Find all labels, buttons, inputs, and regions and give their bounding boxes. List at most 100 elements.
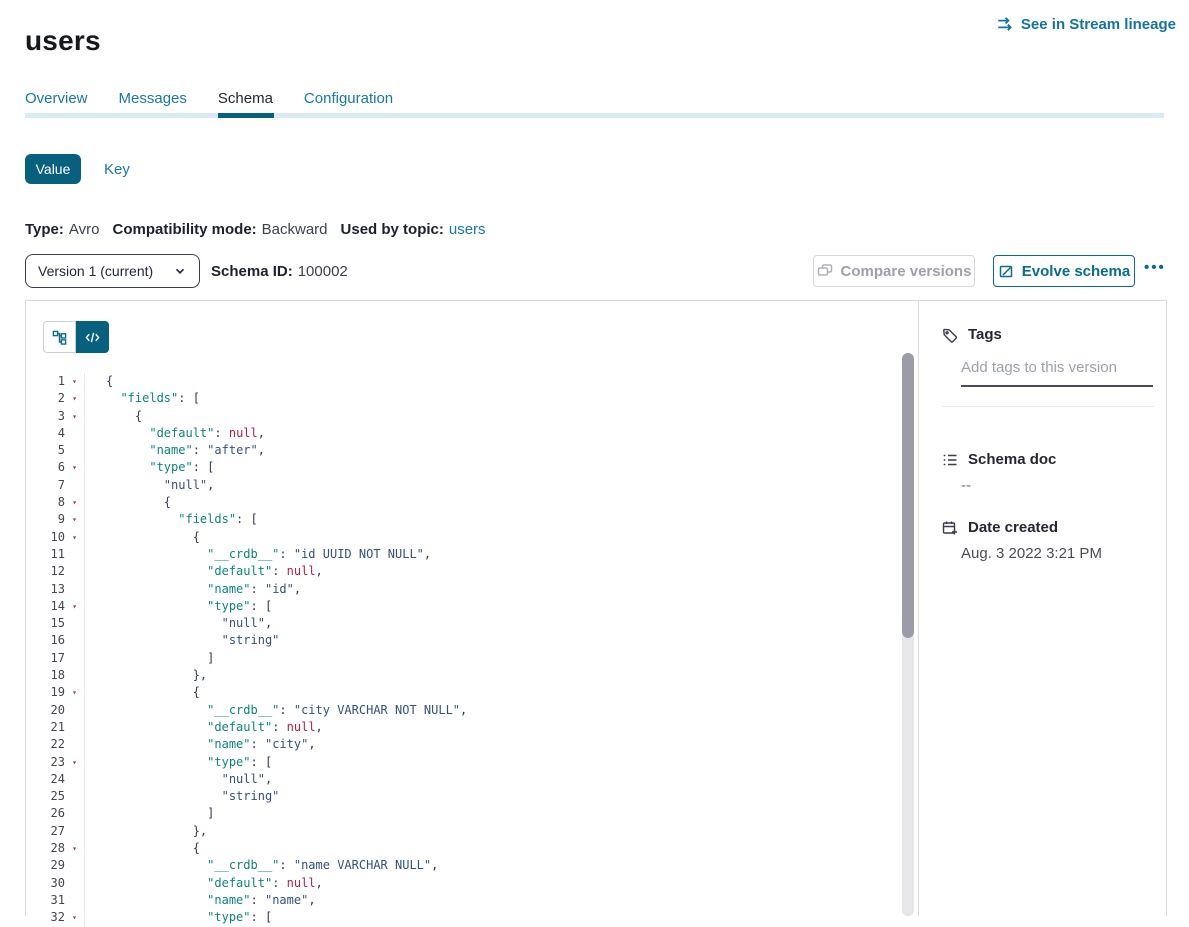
- code-text: },: [85, 823, 207, 840]
- fold-arrow-icon[interactable]: ▾: [65, 754, 85, 771]
- code-editor-lines: 1▾{2▾ "fields": [3▾ {4 "default": null,5…: [26, 373, 902, 927]
- value-toggle-button[interactable]: Value: [25, 154, 81, 184]
- evolve-schema-icon: [998, 263, 1014, 279]
- fold-spacer: [65, 719, 85, 736]
- code-text: "default": null,: [85, 719, 323, 736]
- code-line: 32▾ "type": [: [26, 909, 902, 926]
- more-options-button[interactable]: •••: [1144, 259, 1166, 276]
- tab-schema[interactable]: Schema: [218, 90, 273, 107]
- line-number: 14: [26, 598, 65, 615]
- evolve-schema-button[interactable]: Evolve schema: [993, 255, 1135, 287]
- compare-versions-button[interactable]: Compare versions: [813, 255, 975, 287]
- code-line: 2▾ "fields": [: [26, 390, 902, 407]
- tab-configuration[interactable]: Configuration: [304, 90, 393, 107]
- schema-meta-row: Type:Avro Compatibility mode:Backward Us…: [25, 221, 486, 238]
- tab-active-indicator: [218, 113, 274, 118]
- fold-spacer: [65, 442, 85, 459]
- fold-arrow-icon[interactable]: ▾: [65, 459, 85, 476]
- line-number: 6: [26, 459, 65, 476]
- code-text: "string": [85, 632, 279, 649]
- code-line: 7 "null",: [26, 477, 902, 494]
- fold-arrow-icon[interactable]: ▾: [65, 909, 85, 926]
- tree-icon: [52, 330, 67, 345]
- line-number: 7: [26, 477, 65, 494]
- fold-spacer: [65, 702, 85, 719]
- line-number: 9: [26, 511, 65, 528]
- used-by-topic-field: Used by topic: users: [341, 221, 486, 238]
- tab-bar: Overview Messages Schema Configuration: [25, 90, 393, 107]
- code-text: "name": "after",: [85, 442, 265, 459]
- date-created-heading: Date created: [942, 519, 1058, 536]
- fold-spacer: [65, 788, 85, 805]
- code-text: "name": "city",: [85, 736, 316, 753]
- schema-id-value: 100002: [298, 263, 348, 280]
- code-text: "default": null,: [85, 563, 323, 580]
- code-text: },: [85, 667, 207, 684]
- line-number: 23: [26, 754, 65, 771]
- compare-versions-icon: [817, 263, 833, 279]
- code-text: "__crdb__": "city VARCHAR NOT NULL",: [85, 702, 467, 719]
- schema-sidebar: Tags Schema doc --: [919, 301, 1167, 916]
- fold-arrow-icon[interactable]: ▾: [65, 390, 85, 407]
- editor-scrollbar-track[interactable]: [902, 353, 914, 916]
- code-line: 18 },: [26, 667, 902, 684]
- compare-versions-label: Compare versions: [841, 263, 972, 280]
- code-line: 1▾{: [26, 373, 902, 390]
- line-number: 26: [26, 805, 65, 822]
- code-line: 4 "default": null,: [26, 425, 902, 442]
- tag-icon: [942, 327, 958, 343]
- fold-arrow-icon[interactable]: ▾: [65, 494, 85, 511]
- editor-scrollbar-thumb[interactable]: [902, 353, 914, 638]
- code-line: 31 "name": "name",: [26, 892, 902, 909]
- type-value: Avro: [69, 221, 100, 238]
- code-text: ]: [85, 805, 214, 822]
- fold-spacer: [65, 477, 85, 494]
- code-view-toggle[interactable]: [76, 321, 109, 353]
- compatibility-field: Compatibility mode:Backward: [112, 221, 327, 238]
- tags-section-title: Tags: [968, 326, 1002, 343]
- fold-arrow-icon[interactable]: ▾: [65, 598, 85, 615]
- line-number: 28: [26, 840, 65, 857]
- code-text: "string": [85, 788, 279, 805]
- fold-arrow-icon[interactable]: ▾: [65, 373, 85, 390]
- code-line: 10▾ {: [26, 529, 902, 546]
- version-select[interactable]: Version 1 (current): [25, 254, 200, 288]
- used-by-topic-label: Used by topic:: [341, 221, 444, 238]
- code-text: {: [85, 494, 171, 511]
- fold-arrow-icon[interactable]: ▾: [65, 840, 85, 857]
- fold-spacer: [65, 667, 85, 684]
- code-text: "type": [: [85, 909, 272, 926]
- line-number: 5: [26, 442, 65, 459]
- code-line: 9▾ "fields": [: [26, 511, 902, 528]
- tree-view-toggle[interactable]: [43, 321, 76, 353]
- code-text: "name": "name",: [85, 892, 316, 909]
- key-toggle-button[interactable]: Key: [104, 161, 130, 178]
- fold-arrow-icon[interactable]: ▾: [65, 511, 85, 528]
- line-number: 22: [26, 736, 65, 753]
- code-text: "name": "id",: [85, 581, 301, 598]
- fold-spacer: [65, 875, 85, 892]
- stream-lineage-link[interactable]: See in Stream lineage: [996, 15, 1176, 33]
- code-line: 24 "null",: [26, 771, 902, 788]
- code-text: {: [85, 684, 200, 701]
- tags-input[interactable]: [961, 359, 1153, 387]
- code-line: 19▾ {: [26, 684, 902, 701]
- compatibility-label: Compatibility mode:: [112, 221, 256, 238]
- code-line: 3▾ {: [26, 408, 902, 425]
- code-line: 5 "name": "after",: [26, 442, 902, 459]
- chevron-down-icon: [173, 264, 187, 278]
- fold-arrow-icon[interactable]: ▾: [65, 529, 85, 546]
- fold-arrow-icon[interactable]: ▾: [65, 408, 85, 425]
- fold-arrow-icon[interactable]: ▾: [65, 684, 85, 701]
- code-line: 11 "__crdb__": "id UUID NOT NULL",: [26, 546, 902, 563]
- code-line: 23▾ "type": [: [26, 754, 902, 771]
- code-line: 6▾ "type": [: [26, 459, 902, 476]
- code-text: "type": [: [85, 754, 272, 771]
- used-by-topic-link[interactable]: users: [449, 221, 486, 238]
- tab-messages[interactable]: Messages: [119, 90, 187, 107]
- code-line: 27 },: [26, 823, 902, 840]
- line-number: 11: [26, 546, 65, 563]
- tab-overview[interactable]: Overview: [25, 90, 88, 107]
- line-number: 3: [26, 408, 65, 425]
- schema-id-label: Schema ID:: [211, 263, 293, 280]
